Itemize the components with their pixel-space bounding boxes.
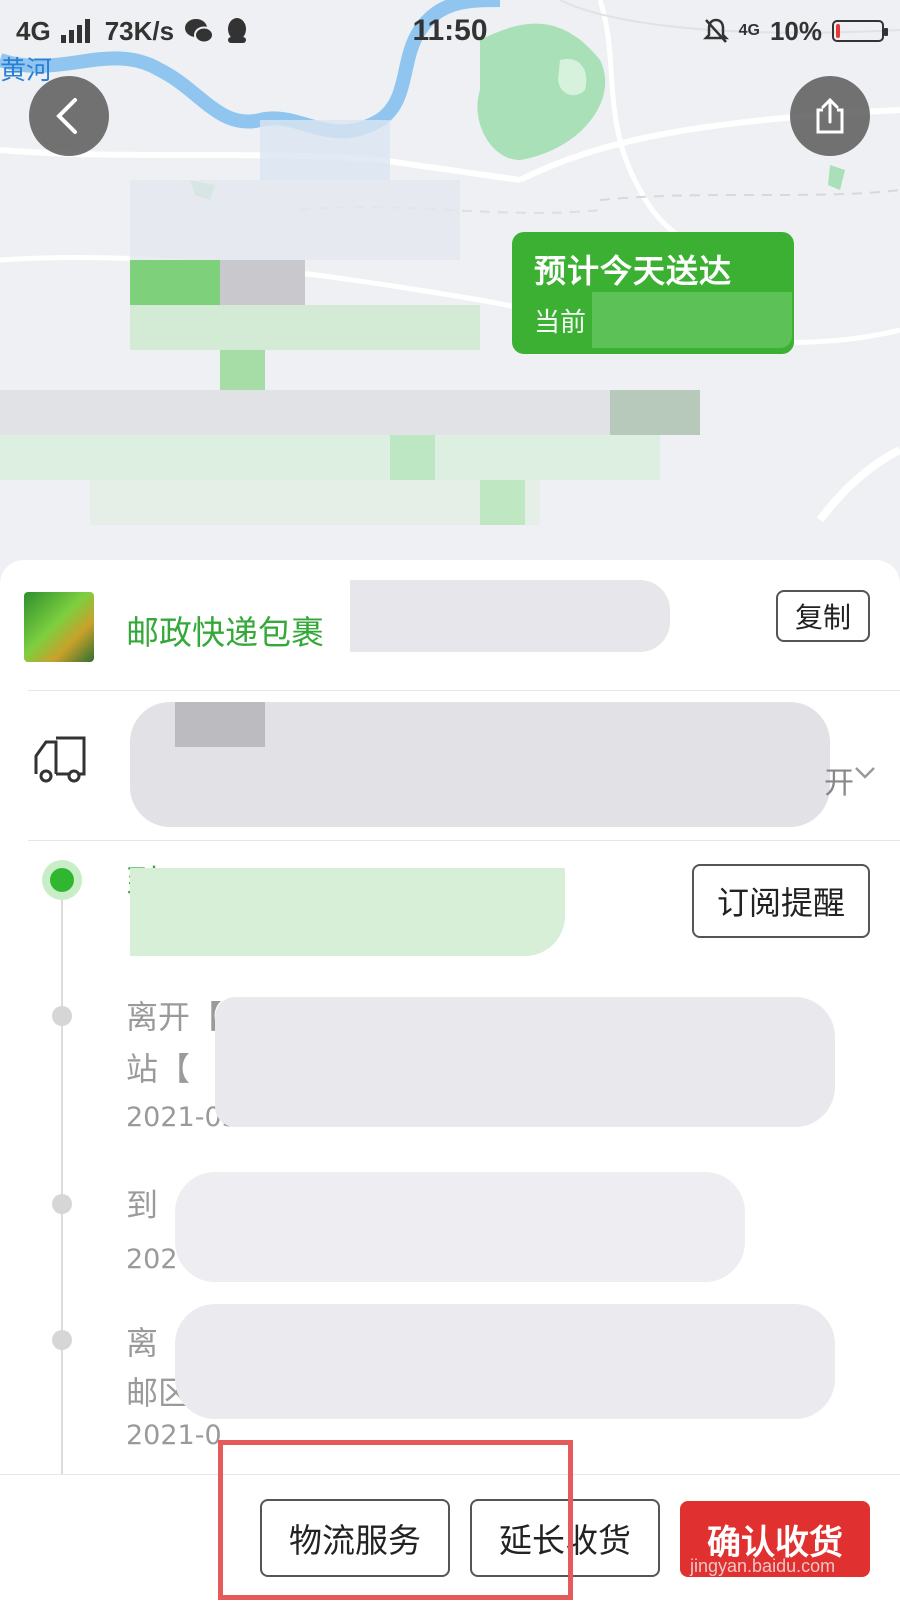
battery-level	[836, 24, 841, 38]
timeline-event-date: 2021-0	[126, 1420, 222, 1451]
chevron-down-icon	[855, 767, 875, 779]
privacy-mosaic	[130, 180, 460, 260]
subscribe-reminder-button[interactable]: 订阅提醒	[692, 864, 870, 938]
package-row: 邮政快递包裹 复制	[0, 560, 900, 690]
package-name: 邮政快递包裹	[126, 613, 324, 652]
qq-icon	[228, 18, 247, 43]
action-bar: 物流服务 延长收货 确认收货	[0, 1474, 900, 1601]
timeline-dot-current	[42, 860, 82, 900]
bell-mute-icon	[702, 18, 729, 43]
privacy-mosaic	[90, 480, 540, 525]
delivery-estimate-bubble: 预计今天送达 当前	[512, 232, 794, 354]
battery-percent: 10%	[769, 15, 822, 46]
privacy-mosaic	[130, 868, 565, 956]
back-button[interactable]	[29, 76, 109, 156]
privacy-mosaic	[175, 1172, 745, 1282]
delivery-estimate-title: 预计今天送达	[534, 252, 733, 290]
privacy-mosaic	[610, 390, 700, 435]
logistics-timeline: 到 订阅提醒 离开【 站【 2021-03-2 到 202 离 邮区 2021-…	[0, 842, 900, 1498]
privacy-mosaic	[390, 435, 435, 480]
privacy-mosaic	[260, 120, 390, 180]
divider	[28, 840, 900, 841]
network-type: 4G	[16, 15, 51, 46]
privacy-mosaic	[592, 292, 792, 348]
privacy-mosaic	[350, 580, 670, 652]
timeline-dot	[52, 1006, 72, 1026]
truck-icon	[34, 736, 86, 783]
status-bar: 4G 73K/s 11:50 4G 10%	[0, 0, 900, 62]
signal-icon	[60, 19, 90, 43]
watermark: jingyan.baidu.com	[690, 1556, 836, 1576]
privacy-mosaic	[215, 997, 835, 1127]
carrier-row[interactable]: 开	[0, 690, 900, 840]
privacy-mosaic	[175, 1304, 835, 1419]
privacy-mosaic	[175, 702, 265, 747]
privacy-mosaic	[220, 350, 265, 390]
wechat-icon	[185, 19, 215, 44]
logistics-service-button[interactable]: 物流服务	[260, 1499, 450, 1577]
package-thumbnail	[24, 592, 94, 662]
privacy-mosaic	[0, 435, 660, 480]
timeline-event-text: 到	[126, 1186, 159, 1224]
timeline-event-date: 202	[126, 1244, 178, 1275]
network-speed: 73K/s	[104, 15, 175, 46]
timeline-event-text: 离	[126, 1324, 159, 1362]
timeline-event-text: 站【	[126, 1050, 191, 1088]
extend-receipt-button[interactable]: 延长收货	[470, 1499, 660, 1577]
timeline-event-text: 离开【	[126, 998, 223, 1036]
chevron-left-icon	[56, 98, 77, 134]
logistics-detail-sheet: 邮政快递包裹 复制 开 到 订阅提醒 离开【 站【 2021-03-2	[0, 560, 900, 1498]
copy-button[interactable]: 复制	[776, 590, 870, 642]
timeline-dot	[52, 1194, 72, 1214]
privacy-mosaic	[130, 260, 220, 305]
expand-label: 开	[824, 766, 854, 801]
share-icon	[816, 97, 844, 134]
privacy-mosaic	[0, 390, 700, 435]
timeline-line	[61, 878, 63, 1498]
timeline-dot	[52, 1330, 72, 1350]
privacy-mosaic	[130, 305, 480, 350]
network-type-right: 4G	[738, 22, 760, 39]
privacy-mosaic	[220, 260, 305, 305]
battery-icon	[832, 20, 888, 42]
share-button[interactable]	[790, 76, 870, 156]
privacy-mosaic	[480, 480, 525, 525]
